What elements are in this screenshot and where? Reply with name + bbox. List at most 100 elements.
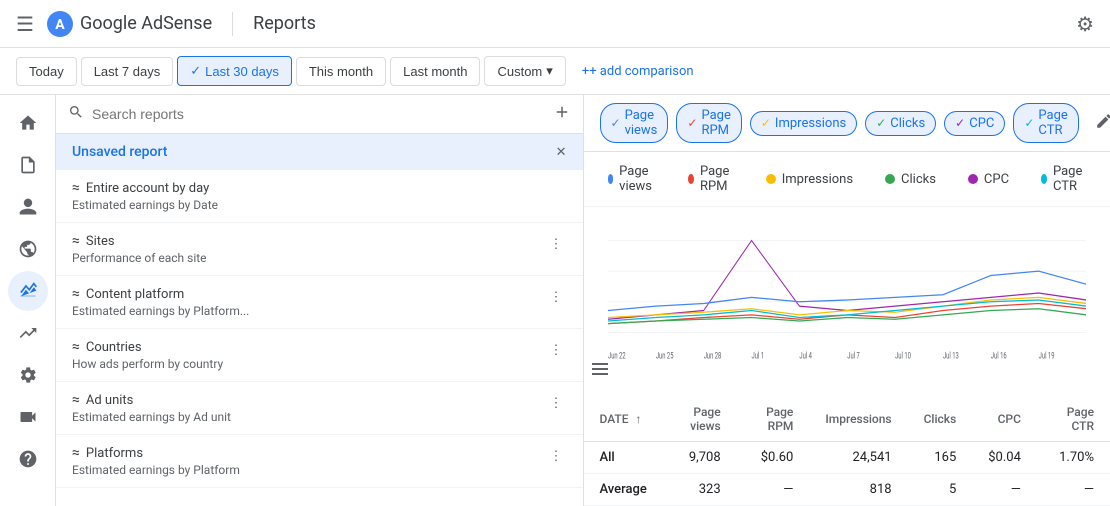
check-icon-imp: ✓ bbox=[761, 116, 771, 130]
nav-icon-settings[interactable] bbox=[8, 355, 48, 395]
report-item-info-2: ≈ Content platform Estimated earnings by… bbox=[72, 286, 546, 318]
cell-rpm-avg: — bbox=[737, 474, 810, 506]
logo: A Google AdSense bbox=[46, 10, 212, 38]
report-item-3[interactable]: ≈ Countries How ads perform by country ⋮ bbox=[56, 329, 583, 382]
metric-tab-ctr[interactable]: ✓ Page CTR bbox=[1013, 103, 1078, 143]
check-icon-rpm: ✓ bbox=[687, 116, 697, 130]
check-icon-clicks: ✓ bbox=[876, 116, 886, 130]
col-impressions[interactable]: Impressions bbox=[809, 397, 907, 442]
cell-ctr-all: 1.70% bbox=[1037, 442, 1110, 474]
page-title: Reports bbox=[253, 13, 316, 34]
svg-text:Jul 19: Jul 19 bbox=[1038, 350, 1054, 361]
filter-last7[interactable]: Last 7 days bbox=[81, 57, 174, 86]
col-date[interactable]: DATE ↑ bbox=[584, 397, 663, 442]
nav-icon-home[interactable] bbox=[8, 103, 48, 143]
svg-text:Jul 7: Jul 7 bbox=[847, 350, 860, 361]
left-icon-nav bbox=[0, 95, 56, 506]
chart-legend: Page views Page RPM Impressions Clicks C… bbox=[584, 152, 1110, 207]
hamburger-icon[interactable]: ☰ bbox=[16, 12, 34, 36]
more-icon-5[interactable]: ⋮ bbox=[546, 445, 567, 468]
sidebar: Unsaved report ✕ ≈ Entire account by day… bbox=[56, 95, 584, 506]
cell-imp-avg: 818 bbox=[809, 474, 907, 506]
cell-clicks-all: 165 bbox=[908, 442, 973, 474]
cell-pv-all: 9,708 bbox=[663, 442, 737, 474]
report-item-info-3: ≈ Countries How ads perform by country bbox=[72, 339, 546, 371]
cell-cpc-all: $0.04 bbox=[972, 442, 1037, 474]
nav-icon-help[interactable] bbox=[8, 439, 48, 479]
more-icon-1[interactable]: ⋮ bbox=[546, 233, 567, 256]
check-icon-ctr: ✓ bbox=[1024, 116, 1034, 130]
metric-tab-impressions[interactable]: ✓ Impressions bbox=[750, 111, 857, 136]
edit-icon[interactable] bbox=[1095, 112, 1110, 134]
report-icon-2: ≈ bbox=[72, 286, 80, 302]
report-item-0[interactable]: ≈ Entire account by day Estimated earnin… bbox=[56, 170, 583, 223]
nav-icon-chart[interactable] bbox=[8, 271, 48, 311]
settings-icon[interactable]: ⚙ bbox=[1076, 12, 1094, 36]
metric-tab-pageviews[interactable]: ✓ Page views bbox=[600, 103, 669, 143]
cell-date-all: All bbox=[584, 442, 663, 474]
legend-cpc: CPC bbox=[968, 172, 1009, 187]
legend-pageviews: Page views bbox=[608, 164, 657, 194]
nav-icon-person[interactable] bbox=[8, 187, 48, 227]
col-pageviews[interactable]: Page views bbox=[663, 397, 737, 442]
filter-custom[interactable]: Custom ▾ bbox=[484, 56, 565, 86]
metric-tab-clicks[interactable]: ✓ Clicks bbox=[865, 111, 936, 136]
add-comparison[interactable]: + + add comparison bbox=[574, 58, 702, 85]
line-chart: Jun 22 Jun 25 Jun 28 Jul 1 Jul 4 Jul 7 J… bbox=[608, 223, 1087, 363]
report-icon-1: ≈ bbox=[72, 233, 80, 249]
nav-icon-pages[interactable] bbox=[8, 145, 48, 185]
filter-today[interactable]: Today bbox=[16, 57, 77, 86]
svg-text:Jun 25: Jun 25 bbox=[655, 350, 673, 361]
report-item-1[interactable]: ≈ Sites Performance of each site ⋮ bbox=[56, 223, 583, 276]
chart-area: Jun 22 Jun 25 Jun 28 Jul 1 Jul 4 Jul 7 J… bbox=[584, 207, 1110, 397]
report-item-2[interactable]: ≈ Content platform Estimated earnings by… bbox=[56, 276, 583, 329]
nav-icon-video[interactable] bbox=[8, 397, 48, 437]
nav-icon-block[interactable] bbox=[8, 229, 48, 269]
close-icon[interactable]: ✕ bbox=[556, 145, 567, 160]
legend-impressions: Impressions bbox=[766, 172, 853, 187]
table-row-avg: Average 323 — 818 5 — — bbox=[584, 474, 1110, 506]
svg-text:Jul 4: Jul 4 bbox=[799, 350, 812, 361]
report-icon-5: ≈ bbox=[72, 445, 80, 461]
plus-icon: + bbox=[582, 64, 589, 79]
report-item-info-4: ≈ Ad units Estimated earnings by Ad unit bbox=[72, 392, 546, 424]
chevron-down-icon: ▾ bbox=[546, 63, 553, 79]
col-ctr[interactable]: Page CTR bbox=[1037, 397, 1110, 442]
cell-imp-all: 24,541 bbox=[809, 442, 907, 474]
metric-tab-cpc[interactable]: ✓ CPC bbox=[944, 111, 1005, 136]
col-pagerpm[interactable]: Page RPM bbox=[737, 397, 810, 442]
search-bar bbox=[56, 95, 583, 134]
logo-text: Google AdSense bbox=[80, 13, 212, 34]
search-icon bbox=[68, 104, 84, 124]
svg-text:A: A bbox=[55, 17, 65, 33]
metric-tab-pagerpm[interactable]: ✓ Page RPM bbox=[676, 103, 741, 143]
svg-text:Jun 28: Jun 28 bbox=[703, 350, 721, 361]
more-icon-4[interactable]: ⋮ bbox=[546, 392, 567, 415]
check-icon-cpc: ✓ bbox=[955, 116, 965, 130]
content-area: ✓ Page views ✓ Page RPM ✓ Impressions ✓ … bbox=[584, 95, 1110, 506]
search-input[interactable] bbox=[92, 106, 545, 122]
svg-text:Jun 22: Jun 22 bbox=[608, 350, 626, 361]
col-clicks[interactable]: Clicks bbox=[908, 397, 973, 442]
cell-rpm-all: $0.60 bbox=[737, 442, 810, 474]
top-nav: ☰ A Google AdSense Reports ⚙ bbox=[0, 0, 1110, 48]
filter-lastmonth[interactable]: Last month bbox=[390, 57, 480, 86]
data-table: DATE ↑ Page views Page RPM Impressions C… bbox=[584, 397, 1110, 506]
unsaved-report-item[interactable]: Unsaved report ✕ bbox=[56, 134, 583, 170]
nav-icon-trending[interactable] bbox=[8, 313, 48, 353]
legend-clicks: Clicks bbox=[885, 172, 936, 187]
filter-thismonth[interactable]: This month bbox=[296, 57, 386, 86]
add-icon[interactable] bbox=[553, 103, 571, 125]
svg-text:Jul 16: Jul 16 bbox=[990, 350, 1006, 361]
svg-text:Jul 10: Jul 10 bbox=[895, 350, 911, 361]
report-item-4[interactable]: ≈ Ad units Estimated earnings by Ad unit… bbox=[56, 382, 583, 435]
report-item-5[interactable]: ≈ Platforms Estimated earnings by Platfo… bbox=[56, 435, 583, 488]
more-icon-3[interactable]: ⋮ bbox=[546, 339, 567, 362]
col-cpc[interactable]: CPC bbox=[972, 397, 1037, 442]
metric-tabs: ✓ Page views ✓ Page RPM ✓ Impressions ✓ … bbox=[584, 95, 1110, 152]
filter-last30[interactable]: ✓ Last 30 days bbox=[177, 56, 292, 86]
cell-cpc-avg: — bbox=[972, 474, 1037, 506]
cell-clicks-avg: 5 bbox=[908, 474, 973, 506]
report-item-info-5: ≈ Platforms Estimated earnings by Platfo… bbox=[72, 445, 546, 477]
more-icon-2[interactable]: ⋮ bbox=[546, 286, 567, 309]
